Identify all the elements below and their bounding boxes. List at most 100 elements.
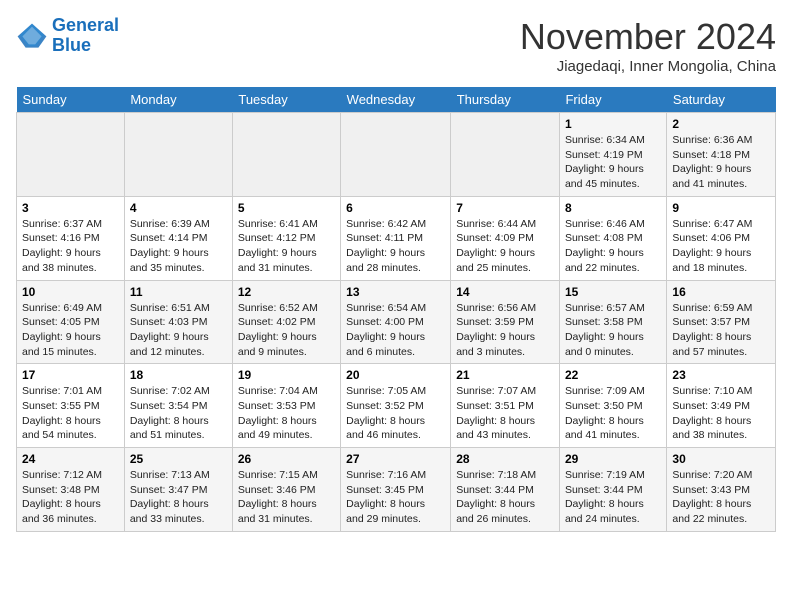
day-info: Sunrise: 7:19 AM Sunset: 3:44 PM Dayligh… (565, 468, 661, 527)
day-info: Sunrise: 7:05 AM Sunset: 3:52 PM Dayligh… (346, 384, 445, 443)
day-info: Sunrise: 7:02 AM Sunset: 3:54 PM Dayligh… (130, 384, 227, 443)
day-number: 30 (672, 452, 770, 466)
day-number: 21 (456, 368, 554, 382)
day-number: 5 (238, 201, 335, 215)
location: Jiagedaqi, Inner Mongolia, China (520, 58, 776, 75)
day-number: 8 (565, 201, 661, 215)
day-info: Sunrise: 6:49 AM Sunset: 4:05 PM Dayligh… (22, 301, 119, 360)
day-info: Sunrise: 7:01 AM Sunset: 3:55 PM Dayligh… (22, 384, 119, 443)
day-number: 14 (456, 285, 554, 299)
day-info: Sunrise: 6:44 AM Sunset: 4:09 PM Dayligh… (456, 217, 554, 276)
day-number: 10 (22, 285, 119, 299)
calendar-day-cell: 6 Sunrise: 6:42 AM Sunset: 4:11 PM Daylig… (341, 196, 451, 280)
day-of-week-header: Monday (124, 87, 232, 113)
day-of-week-header: Tuesday (232, 87, 340, 113)
day-info: Sunrise: 7:15 AM Sunset: 3:46 PM Dayligh… (238, 468, 335, 527)
day-number: 2 (672, 117, 770, 131)
day-of-week-header: Saturday (667, 87, 776, 113)
calendar-week-row: 17 Sunrise: 7:01 AM Sunset: 3:55 PM Dayli… (17, 364, 776, 448)
day-info: Sunrise: 6:37 AM Sunset: 4:16 PM Dayligh… (22, 217, 119, 276)
day-info: Sunrise: 6:34 AM Sunset: 4:19 PM Dayligh… (565, 133, 661, 192)
day-info: Sunrise: 7:18 AM Sunset: 3:44 PM Dayligh… (456, 468, 554, 527)
calendar-day-cell: 16Sunrise: 6:59 AM Sunset: 3:57 PM Dayli… (667, 280, 776, 364)
calendar-day-cell (341, 113, 451, 197)
calendar-week-row: 24Sunrise: 7:12 AM Sunset: 3:48 PM Dayli… (17, 448, 776, 532)
day-number: 19 (238, 368, 335, 382)
calendar-day-cell (17, 113, 125, 197)
calendar-day-cell: 4 Sunrise: 6:39 AM Sunset: 4:14 PM Daylig… (124, 196, 232, 280)
calendar-body: 1 Sunrise: 6:34 AM Sunset: 4:19 PM Daylig… (17, 113, 776, 532)
calendar-day-cell: 2Sunrise: 6:36 AM Sunset: 4:18 PM Daylig… (667, 113, 776, 197)
logo-text: General Blue (52, 16, 119, 56)
day-info: Sunrise: 7:13 AM Sunset: 3:47 PM Dayligh… (130, 468, 227, 527)
calendar-day-cell: 5Sunrise: 6:41 AM Sunset: 4:12 PM Daylig… (232, 196, 340, 280)
calendar-header-row: SundayMondayTuesdayWednesdayThursdayFrid… (17, 87, 776, 113)
calendar-week-row: 10 Sunrise: 6:49 AM Sunset: 4:05 PM Dayli… (17, 280, 776, 364)
calendar-table: SundayMondayTuesdayWednesdayThursdayFrid… (16, 87, 776, 532)
day-number: 22 (565, 368, 661, 382)
calendar-week-row: 3 Sunrise: 6:37 AM Sunset: 4:16 PM Daylig… (17, 196, 776, 280)
calendar-day-cell: 12 Sunrise: 6:52 AM Sunset: 4:02 PM Dayli… (232, 280, 340, 364)
day-info: Sunrise: 7:09 AM Sunset: 3:50 PM Dayligh… (565, 384, 661, 443)
calendar-day-cell: 25Sunrise: 7:13 AM Sunset: 3:47 PM Dayli… (124, 448, 232, 532)
day-number: 23 (672, 368, 770, 382)
calendar-day-cell: 20Sunrise: 7:05 AM Sunset: 3:52 PM Dayli… (341, 364, 451, 448)
calendar-day-cell (124, 113, 232, 197)
day-number: 9 (672, 201, 770, 215)
calendar-day-cell: 26 Sunrise: 7:15 AM Sunset: 3:46 PM Dayli… (232, 448, 340, 532)
day-info: Sunrise: 6:54 AM Sunset: 4:00 PM Dayligh… (346, 301, 445, 360)
day-number: 17 (22, 368, 119, 382)
day-number: 7 (456, 201, 554, 215)
calendar-day-cell: 11 Sunrise: 6:51 AM Sunset: 4:03 PM Dayli… (124, 280, 232, 364)
day-number: 28 (456, 452, 554, 466)
day-info: Sunrise: 6:39 AM Sunset: 4:14 PM Dayligh… (130, 217, 227, 276)
day-number: 16 (672, 285, 770, 299)
calendar-day-cell (451, 113, 560, 197)
day-number: 27 (346, 452, 445, 466)
calendar-day-cell: 18 Sunrise: 7:02 AM Sunset: 3:54 PM Dayli… (124, 364, 232, 448)
day-of-week-header: Thursday (451, 87, 560, 113)
day-info: Sunrise: 6:56 AM Sunset: 3:59 PM Dayligh… (456, 301, 554, 360)
calendar-day-cell: 23 Sunrise: 7:10 AM Sunset: 3:49 PM Dayli… (667, 364, 776, 448)
day-info: Sunrise: 6:47 AM Sunset: 4:06 PM Dayligh… (672, 217, 770, 276)
calendar-day-cell: 14 Sunrise: 6:56 AM Sunset: 3:59 PM Dayli… (451, 280, 560, 364)
calendar-day-cell: 9 Sunrise: 6:47 AM Sunset: 4:06 PM Daylig… (667, 196, 776, 280)
day-info: Sunrise: 6:52 AM Sunset: 4:02 PM Dayligh… (238, 301, 335, 360)
day-number: 1 (565, 117, 661, 131)
day-info: Sunrise: 6:42 AM Sunset: 4:11 PM Dayligh… (346, 217, 445, 276)
calendar-day-cell: 24Sunrise: 7:12 AM Sunset: 3:48 PM Dayli… (17, 448, 125, 532)
calendar-day-cell: 10 Sunrise: 6:49 AM Sunset: 4:05 PM Dayli… (17, 280, 125, 364)
calendar-week-row: 1 Sunrise: 6:34 AM Sunset: 4:19 PM Daylig… (17, 113, 776, 197)
day-info: Sunrise: 6:51 AM Sunset: 4:03 PM Dayligh… (130, 301, 227, 360)
calendar-day-cell: 7 Sunrise: 6:44 AM Sunset: 4:09 PM Daylig… (451, 196, 560, 280)
day-number: 26 (238, 452, 335, 466)
calendar-day-cell: 21 Sunrise: 7:07 AM Sunset: 3:51 PM Dayli… (451, 364, 560, 448)
month-title: November 2024 (520, 16, 776, 58)
day-of-week-header: Friday (559, 87, 666, 113)
calendar-day-cell: 28 Sunrise: 7:18 AM Sunset: 3:44 PM Dayli… (451, 448, 560, 532)
calendar-day-cell: 30 Sunrise: 7:20 AM Sunset: 3:43 PM Dayli… (667, 448, 776, 532)
day-info: Sunrise: 7:04 AM Sunset: 3:53 PM Dayligh… (238, 384, 335, 443)
calendar-day-cell: 27Sunrise: 7:16 AM Sunset: 3:45 PM Dayli… (341, 448, 451, 532)
day-number: 15 (565, 285, 661, 299)
day-number: 24 (22, 452, 119, 466)
day-info: Sunrise: 7:20 AM Sunset: 3:43 PM Dayligh… (672, 468, 770, 527)
day-number: 12 (238, 285, 335, 299)
header: General Blue November 2024 Jiagedaqi, In… (16, 16, 776, 75)
day-number: 11 (130, 285, 227, 299)
day-info: Sunrise: 6:57 AM Sunset: 3:58 PM Dayligh… (565, 301, 661, 360)
day-info: Sunrise: 7:07 AM Sunset: 3:51 PM Dayligh… (456, 384, 554, 443)
day-number: 4 (130, 201, 227, 215)
day-info: Sunrise: 7:10 AM Sunset: 3:49 PM Dayligh… (672, 384, 770, 443)
day-number: 3 (22, 201, 119, 215)
day-number: 6 (346, 201, 445, 215)
calendar-day-cell: 13 Sunrise: 6:54 AM Sunset: 4:00 PM Dayli… (341, 280, 451, 364)
day-number: 18 (130, 368, 227, 382)
logo-icon (16, 22, 48, 50)
calendar-day-cell: 8Sunrise: 6:46 AM Sunset: 4:08 PM Daylig… (559, 196, 666, 280)
title-area: November 2024 Jiagedaqi, Inner Mongolia,… (520, 16, 776, 75)
calendar-day-cell: 19 Sunrise: 7:04 AM Sunset: 3:53 PM Dayli… (232, 364, 340, 448)
calendar-day-cell: 22 Sunrise: 7:09 AM Sunset: 3:50 PM Dayli… (559, 364, 666, 448)
day-number: 13 (346, 285, 445, 299)
calendar-day-cell (232, 113, 340, 197)
